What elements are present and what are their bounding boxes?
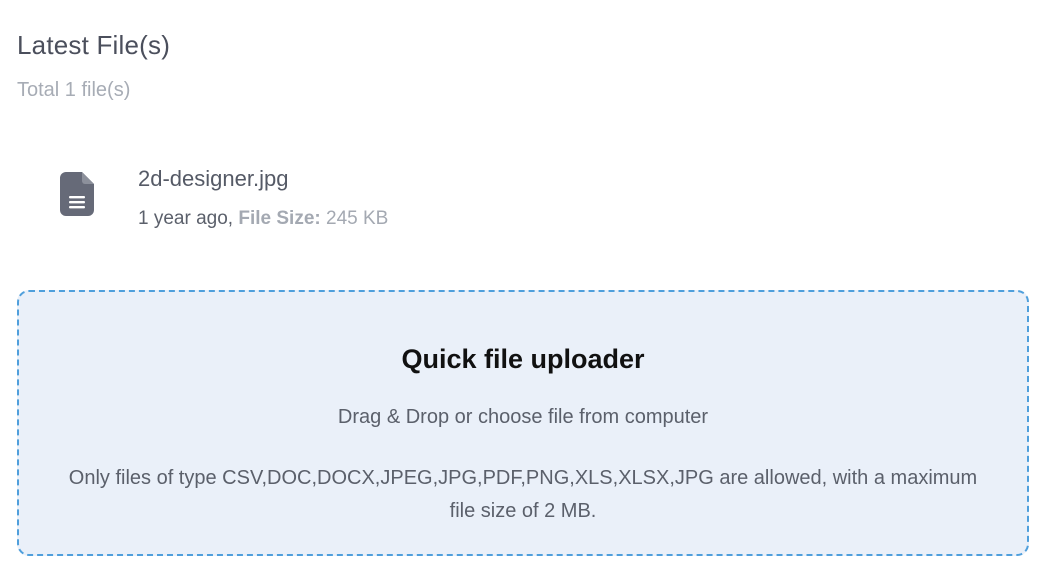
file-age: 1 year ago, [138, 208, 234, 229]
uploader-title: Quick file uploader [401, 344, 645, 374]
file-upload-dropzone[interactable]: Quick file uploader Drag & Drop or choos… [17, 290, 1029, 556]
file-name[interactable]: 2d-designer.jpg [138, 166, 288, 192]
uploader-instructions: Drag & Drop or choose file from computer [337, 406, 709, 428]
file-count: Total 1 file(s) [17, 79, 131, 101]
latest-files-page: Latest File(s) Total 1 file(s) 2d-design… [0, 0, 1052, 580]
document-icon [60, 172, 94, 216]
file-size-label: File Size: [238, 208, 321, 229]
file-size-value: 245 KB [326, 208, 389, 229]
uploader-allowed-types: Only files of type CSV,DOC,DOCX,JPEG,JPG… [68, 467, 978, 522]
file-list-item[interactable]: 2d-designer.jpg 1 year ago, File Size: 2… [60, 164, 660, 244]
section-title: Latest File(s) [17, 30, 171, 60]
file-meta: 1 year ago, File Size: 245 KB [138, 208, 388, 230]
